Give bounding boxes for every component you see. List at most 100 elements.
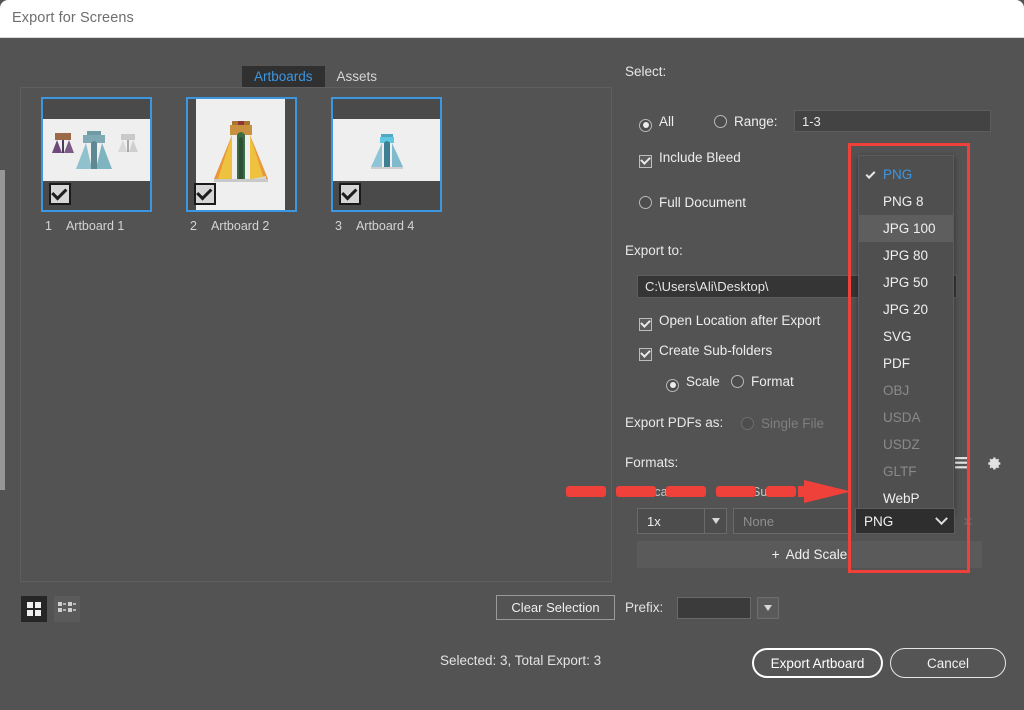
range-input[interactable]: 1-3 [794,110,991,132]
plus-icon: + [771,547,780,562]
suffix-input[interactable]: None [733,508,851,534]
formats-title: Formats: [625,455,679,470]
radio-subfolder-scale[interactable]: Scale [666,373,720,392]
format-option-usdz: USDZ [859,431,953,458]
tab-artboards[interactable]: Artboards [242,66,325,87]
remove-format-row-button[interactable]: × [963,512,973,532]
artboard-number-2: 2 [190,219,197,233]
artboard-label-1: 1 Artboard 1 [41,219,152,233]
artboard-label-2: 2 Artboard 2 [186,219,297,233]
radio-subfolder-format[interactable]: Format [731,373,794,391]
add-scale-button[interactable]: + Add Scale [637,541,982,568]
format-dropdown-menu: PNG PNG 8 JPG 100 JPG 80 JPG 50 JPG 20 S… [858,155,954,515]
format-select[interactable]: PNG [855,508,955,534]
format-option-label: PDF [883,356,910,371]
format-option-png[interactable]: PNG [859,161,953,188]
scale-input[interactable]: 1x [637,508,705,534]
radio-subfolder-format-indicator [731,375,744,388]
artboard-name-2: Artboard 2 [210,219,270,233]
radio-subfolder-scale-label: Scale [686,374,720,389]
artboard-number-1: 1 [45,219,52,233]
radio-range-indicator [714,115,727,128]
format-row: 1x None [637,508,851,534]
format-option-pdf[interactable]: PDF [859,350,953,377]
checkbox-include-bleed[interactable]: Include Bleed [639,149,741,168]
artboard-artwork-1 [43,119,150,181]
radio-subfolder-format-label: Format [751,374,794,389]
artboard-checkbox-3[interactable] [339,183,361,205]
grid-view-button[interactable] [21,596,47,622]
checkbox-open-location[interactable]: Open Location after Export [639,312,820,331]
formats-col-suffix: Suffix [752,485,784,499]
format-option-jpg80[interactable]: JPG 80 [859,242,953,269]
radio-full-document-indicator [639,196,652,209]
artboard-item-3[interactable]: 3 Artboard 4 [331,97,442,233]
radio-all[interactable]: All [639,113,674,132]
artboard-checkbox-1[interactable] [49,183,71,205]
format-option-label: JPG 80 [883,248,929,263]
settings-button[interactable] [985,455,1002,472]
artboard-artwork-3 [333,119,440,181]
formats-col-scale: Scale [646,485,678,499]
radio-range-label: Range: [734,114,778,129]
format-option-jpg100[interactable]: JPG 100 [859,215,953,242]
left-edge-divider [0,170,5,490]
artboard-name-3: Artboard 4 [355,219,415,233]
cancel-button[interactable]: Cancel [890,648,1006,678]
clear-selection-button[interactable]: Clear Selection [496,595,615,620]
radio-single-file-indicator [741,417,754,430]
format-option-label: PNG 8 [883,194,924,209]
prefix-dropdown-button[interactable] [757,597,779,619]
azadi-tower-blue-art [333,119,440,181]
checkbox-include-bleed-indicator [639,154,652,168]
artboard-thumbnail-1[interactable] [41,97,152,212]
format-option-label: JPG 100 [883,221,936,236]
artboard-list-panel: 1 Artboard 1 2 Artboard 2 3 Artboard 4 [20,87,612,582]
format-option-jpg50[interactable]: JPG 50 [859,269,953,296]
artboard-thumbnail-2[interactable] [186,97,297,212]
format-option-label: USDZ [883,437,920,452]
list-options-icon [955,457,969,469]
radio-full-document-label: Full Document [659,195,747,210]
chevron-down-icon [711,518,720,524]
format-option-png8[interactable]: PNG 8 [859,188,953,215]
format-option-svg[interactable]: SVG [859,323,953,350]
artboard-thumbnail-row: 1 Artboard 1 2 Artboard 2 3 Artboard 4 [41,97,442,233]
list-view-icon [58,602,76,612]
tab-assets[interactable]: Assets [325,66,390,87]
format-option-label: WebP [883,491,920,506]
prefix-input[interactable] [677,597,751,619]
add-scale-label: Add Scale [785,547,848,562]
artboard-item-2[interactable]: 2 Artboard 2 [186,97,297,233]
format-option-label: OBJ [883,383,910,398]
scale-dropdown-button[interactable] [705,508,727,534]
status-text: Selected: 3, Total Export: 3 [440,653,602,668]
artboard-number-3: 3 [335,219,342,233]
list-view-button[interactable] [54,596,80,622]
format-options-button[interactable] [955,456,971,470]
clear-selection-label: Clear Selection [511,600,600,615]
checkbox-open-location-label: Open Location after Export [659,313,821,328]
artboard-item-1[interactable]: 1 Artboard 1 [41,97,152,233]
format-option-label: USDA [883,410,921,425]
radio-all-label: All [659,114,675,129]
radio-subfolder-scale-indicator [666,378,679,392]
format-option-jpg20[interactable]: JPG 20 [859,296,953,323]
checkbox-create-subfolders[interactable]: Create Sub-folders [639,342,772,361]
view-toggle-group [21,596,80,622]
artboard-label-3: 3 Artboard 4 [331,219,442,233]
azadi-tower-group-art [43,119,150,181]
window-title: Export for Screens [12,10,134,26]
range-input-value: 1-3 [802,114,821,129]
export-artboard-button[interactable]: Export Artboard [752,648,883,678]
radio-full-document[interactable]: Full Document [639,194,746,212]
artboard-thumbnail-3[interactable] [331,97,442,212]
artboard-checkbox-2[interactable] [194,183,216,205]
select-section-title: Select: [625,64,667,79]
radio-range[interactable]: Range: [714,113,778,131]
format-option-label: SVG [883,329,912,344]
radio-single-file: Single File [741,415,824,433]
export-path-value: C:\Users\Ali\Desktop\ [645,279,769,294]
format-option-label: JPG 20 [883,302,929,317]
format-option-usda: USDA [859,404,953,431]
